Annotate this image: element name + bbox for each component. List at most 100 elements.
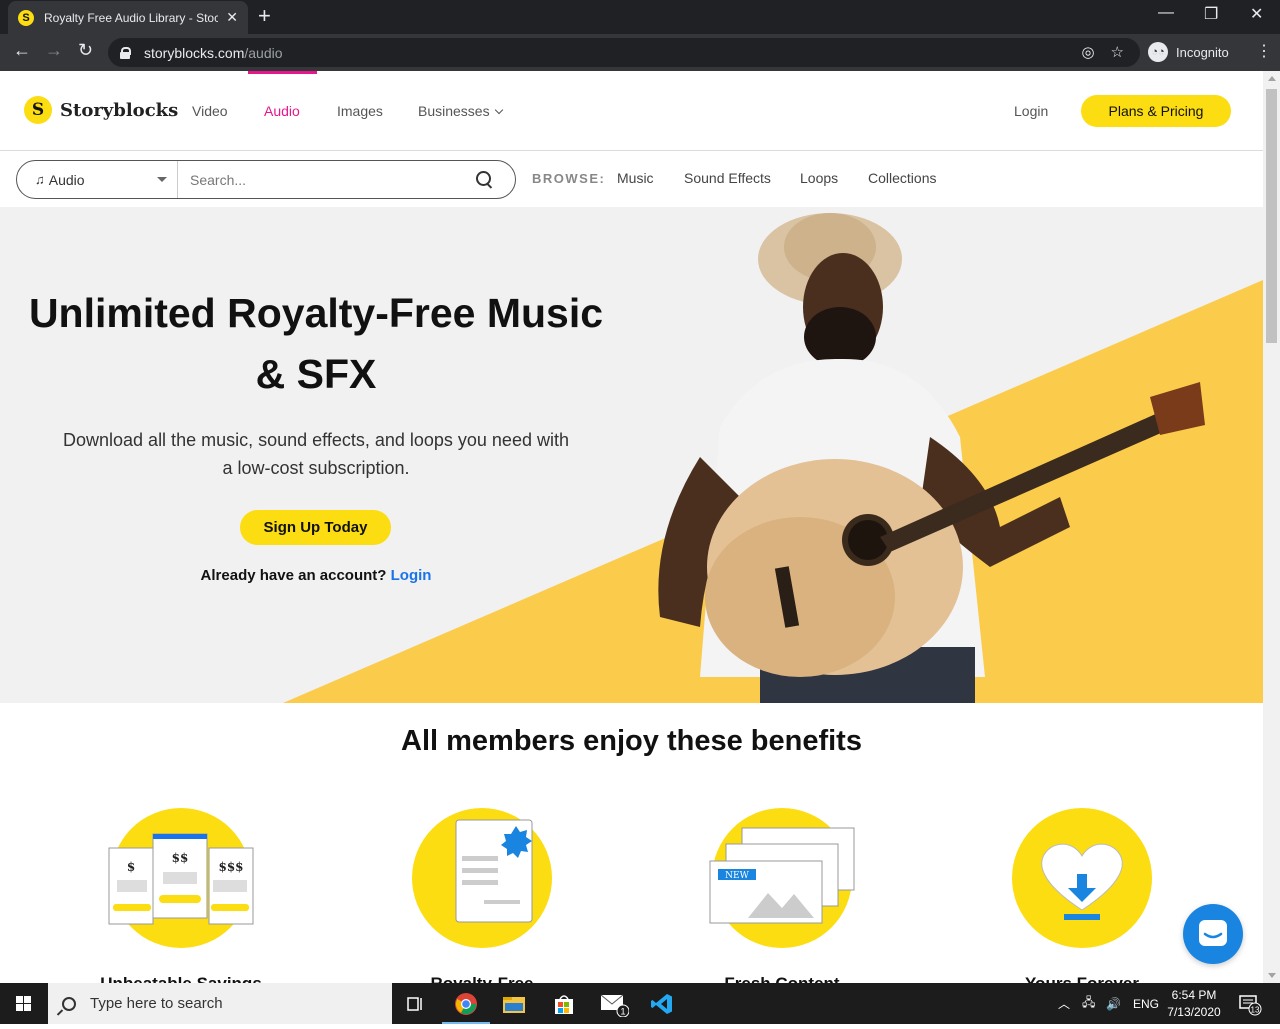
browse-collections[interactable]: Collections — [868, 170, 936, 186]
url-path: /audio — [244, 44, 283, 61]
back-arrow-icon[interactable]: ← — [13, 40, 31, 61]
scroll-down-icon[interactable] — [1268, 973, 1276, 978]
royalty-free-icon — [412, 808, 552, 948]
plans-pricing-button[interactable]: Plans & Pricing — [1081, 95, 1231, 127]
new-badge: NEW — [725, 871, 749, 881]
show-hidden-icons-icon[interactable]: ︿ — [1058, 983, 1070, 1024]
search-input[interactable] — [178, 161, 475, 198]
store-icon[interactable] — [540, 983, 588, 1024]
site-header: S Storyblocks Video Audio Images Busines… — [0, 71, 1263, 151]
taskbar-search-placeholder: Type here to search — [90, 995, 223, 1012]
hero-login-link[interactable]: Login — [391, 567, 432, 584]
media-type-dropdown[interactable]: ♫ Audio — [17, 161, 178, 198]
restore-icon[interactable]: ❐ — [1204, 4, 1218, 24]
hero-subtitle-line2: a low-cost subscription. — [222, 458, 410, 478]
storyblocks-logo-icon: S — [24, 96, 52, 124]
minimize-icon[interactable]: — — [1158, 4, 1174, 22]
bookmark-star-icon[interactable]: ☆ — [1111, 43, 1124, 61]
clock-date: 7/13/2020 — [1167, 1005, 1221, 1019]
hero-title-line1: Unlimited Royalty-Free Music — [28, 290, 604, 336]
browser-tab-strip: S Royalty Free Audio Library - Stock ✕ +… — [0, 0, 1280, 34]
network-icon[interactable]: 🖧 — [1082, 983, 1095, 1024]
task-view-icon[interactable] — [392, 983, 440, 1024]
chat-icon — [1199, 920, 1227, 946]
page-scrollbar[interactable] — [1263, 71, 1280, 983]
benefit-label-royalty-free: Royalty-Free — [372, 974, 592, 983]
tracking-blocked-eye-icon[interactable]: ◎ — [1081, 43, 1094, 61]
hero-title: Unlimited Royalty-Free Music & SFX — [15, 283, 617, 405]
url-domain: storyblocks.com — [144, 44, 245, 61]
dropdown-caret-icon — [157, 177, 167, 182]
web-page: S Storyblocks Video Audio Images Busines… — [0, 71, 1263, 983]
windows-taskbar: Type here to search 1 ︿ 🖧 🔊 ENG 6:54 PM … — [0, 983, 1280, 1024]
close-window-icon[interactable]: ✕ — [1250, 4, 1263, 24]
browser-menu-icon[interactable]: ⋮ — [1256, 41, 1272, 61]
chrome-taskbar-icon[interactable] — [442, 983, 490, 1024]
hero-section: Unlimited Royalty-Free Music & SFX Downlo… — [0, 207, 1263, 703]
price-tier-2: $$ — [172, 851, 189, 865]
chat-launcher-button[interactable] — [1183, 904, 1243, 964]
browser-toolbar: ← → ↻ storyblocks.com/audio ◎ ☆ — [0, 34, 1280, 71]
volume-icon[interactable]: 🔊 — [1106, 983, 1121, 1024]
browser-tab[interactable]: S Royalty Free Audio Library - Stock ✕ — [8, 1, 248, 34]
nav-audio[interactable]: Audio — [264, 103, 300, 119]
have-account-text: Already have an account? Login — [0, 567, 632, 584]
nav-images[interactable]: Images — [337, 103, 383, 119]
windows-logo-icon — [16, 996, 31, 1011]
fresh-content-icon: NEW — [709, 808, 855, 948]
vscode-icon[interactable] — [638, 983, 686, 1024]
forward-arrow-icon[interactable]: → — [45, 40, 63, 61]
new-tab-icon[interactable]: + — [258, 5, 271, 27]
sign-up-button[interactable]: Sign Up Today — [240, 510, 391, 545]
browse-loops[interactable]: Loops — [800, 170, 838, 186]
mail-badge: 1 — [620, 1006, 625, 1016]
hero-subtitle-line1: Download all the music, sound effects, a… — [63, 430, 569, 450]
music-note-icon: ♫ — [35, 172, 45, 187]
price-tier-3: $$$ — [218, 860, 243, 874]
savings-icon: $ $$ $$$ — [108, 808, 254, 948]
tab-title: Royalty Free Audio Library - Stock — [44, 10, 219, 25]
benefits-title: All members enjoy these benefits — [401, 725, 862, 757]
nav-businesses[interactable]: Businesses — [418, 103, 503, 119]
lock-icon — [120, 47, 131, 59]
storyblocks-logo[interactable]: S Storyblocks — [24, 96, 178, 124]
nav-businesses-label: Businesses — [418, 103, 490, 119]
browse-music[interactable]: Music — [617, 170, 654, 186]
mail-icon[interactable]: 1 — [590, 983, 638, 1024]
brand-name: Storyblocks — [60, 99, 179, 121]
action-center-icon[interactable]: 13 — [1238, 983, 1262, 1024]
yours-forever-icon — [1012, 808, 1152, 948]
incognito-indicator[interactable]: ◔◔ Incognito — [1148, 40, 1229, 64]
scroll-up-icon[interactable] — [1268, 76, 1276, 81]
language-indicator[interactable]: ENG — [1133, 983, 1159, 1024]
search-icon[interactable] — [475, 170, 495, 190]
benefit-label-fresh-content: Fresh Content — [672, 974, 892, 983]
taskbar-search-box[interactable]: Type here to search — [48, 983, 392, 1024]
system-clock[interactable]: 6:54 PM 7/13/2020 — [1160, 987, 1228, 1021]
chevron-down-icon — [494, 105, 503, 115]
active-nav-indicator — [248, 71, 317, 74]
reload-icon[interactable]: ↻ — [78, 40, 93, 61]
have-account-label: Already have an account? — [200, 567, 387, 584]
windows-start-button[interactable] — [0, 983, 48, 1024]
nav-video[interactable]: Video — [192, 103, 228, 119]
search-icon — [62, 996, 76, 1011]
address-bar[interactable]: storyblocks.com/audio ◎ ☆ — [108, 38, 1140, 67]
notification-count: 13 — [1251, 1005, 1260, 1014]
clock-time: 6:54 PM — [1171, 988, 1217, 1002]
close-tab-icon[interactable]: ✕ — [226, 9, 238, 26]
search-box: ♫ Audio — [16, 160, 516, 199]
file-explorer-icon[interactable] — [490, 983, 538, 1024]
storyblocks-favicon-icon: S — [18, 9, 34, 26]
browse-sound-effects[interactable]: Sound Effects — [684, 170, 771, 186]
hero-title-line2: & SFX — [255, 351, 377, 397]
incognito-icon: ◔◔ — [1148, 42, 1168, 62]
login-link[interactable]: Login — [1014, 103, 1048, 119]
price-tier-1: $ — [127, 860, 135, 874]
hero-subtitle: Download all the music, sound effects, a… — [20, 426, 612, 482]
scroll-thumb[interactable] — [1266, 89, 1277, 343]
benefit-label-savings: Unbeatable Savings — [71, 974, 291, 983]
benefit-label-yours-forever: Yours Forever — [972, 974, 1192, 983]
media-type-value: Audio — [48, 171, 85, 188]
browse-label: BROWSE: — [532, 171, 606, 186]
